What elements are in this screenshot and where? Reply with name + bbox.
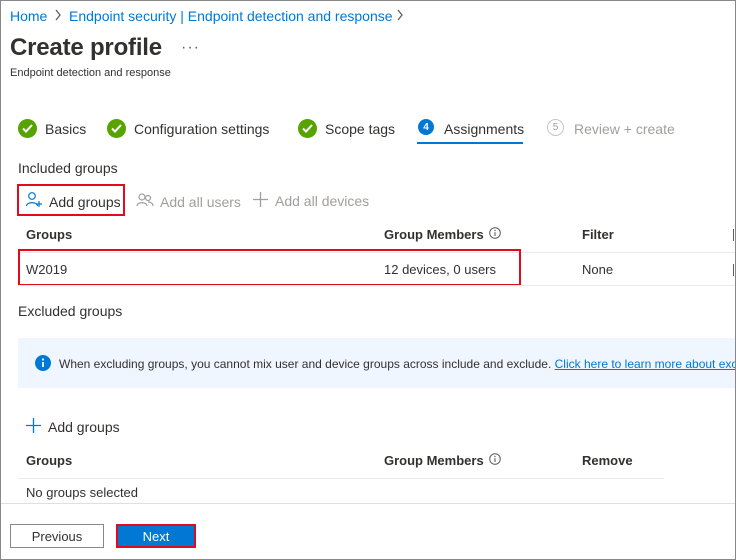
add-excluded-groups-button[interactable]: Add groups: [25, 417, 120, 437]
add-all-devices-button[interactable]: Add all devices: [252, 191, 369, 211]
checkmark-icon: [18, 119, 37, 138]
divider: [18, 285, 735, 286]
add-all-users-button[interactable]: Add all users: [136, 191, 241, 212]
page-title: Create profile: [10, 34, 162, 61]
column-edge: [733, 229, 734, 241]
checkmark-icon: [298, 119, 317, 138]
empty-state-text: No groups selected: [26, 485, 139, 500]
excluded-groups-label: Excluded groups: [18, 303, 123, 319]
breadcrumb-endpoint-security[interactable]: Endpoint security | Endpoint detection a…: [69, 8, 393, 24]
tab-scope-tags[interactable]: Scope tags: [325, 121, 395, 137]
info-message: When excluding groups, you cannot mix us…: [59, 357, 552, 371]
tab-basics[interactable]: Basics: [45, 121, 86, 137]
window-frame: Home Endpoint security | Endpoint detect…: [0, 0, 736, 560]
column-header-groups: Groups: [26, 453, 73, 468]
column-edge: [733, 264, 734, 276]
info-icon[interactable]: [488, 227, 501, 242]
add-user-icon: [25, 191, 43, 212]
filter-cell: None: [582, 262, 614, 277]
step-number-badge: 5: [547, 119, 564, 136]
tab-review-create[interactable]: Review + create: [574, 121, 675, 137]
info-message-text: When excluding groups, you cannot mix us…: [59, 357, 735, 371]
column-header-groups: Groups: [26, 227, 73, 242]
chevron-right-icon: [396, 9, 404, 24]
chevron-right-icon: [54, 9, 62, 24]
next-button[interactable]: Next: [116, 524, 196, 548]
breadcrumb-home[interactable]: Home: [10, 8, 47, 24]
page-subtitle: Endpoint detection and response: [10, 67, 171, 79]
add-groups-button[interactable]: Add groups: [25, 191, 121, 212]
learn-more-link[interactable]: Click here to learn more about excl: [555, 357, 735, 371]
tab-configuration-settings[interactable]: Configuration settings: [134, 121, 269, 137]
footer-divider: [1, 503, 735, 504]
more-options-icon[interactable]: ···: [181, 39, 200, 57]
add-all-devices-label: Add all devices: [275, 193, 370, 209]
column-header-filter: Filter: [582, 227, 614, 242]
plus-icon: [252, 191, 269, 211]
add-all-users-label: Add all users: [160, 193, 241, 210]
info-icon: [35, 355, 51, 376]
step-number-badge: 4: [418, 119, 434, 135]
users-icon: [136, 191, 154, 212]
tab-assignments[interactable]: Assignments: [444, 121, 524, 137]
column-header-label: Group Members: [384, 453, 484, 468]
column-header-remove: Remove: [582, 453, 633, 468]
checkmark-icon: [107, 119, 126, 138]
info-icon[interactable]: [488, 453, 501, 468]
included-groups-label: Included groups: [18, 160, 118, 176]
column-header-group-members: Group Members: [384, 453, 501, 468]
group-name-cell: W2019: [26, 262, 68, 277]
divider: [18, 478, 664, 479]
column-header-group-members: Group Members: [384, 227, 501, 242]
add-groups-label: Add groups: [48, 419, 120, 435]
plus-icon: [25, 417, 42, 437]
active-tab-indicator: [417, 142, 523, 144]
previous-button[interactable]: Previous: [10, 524, 104, 548]
add-groups-label: Add groups: [49, 193, 121, 210]
column-header-label: Group Members: [384, 227, 484, 242]
group-members-cell: 12 devices, 0 users: [384, 262, 497, 277]
